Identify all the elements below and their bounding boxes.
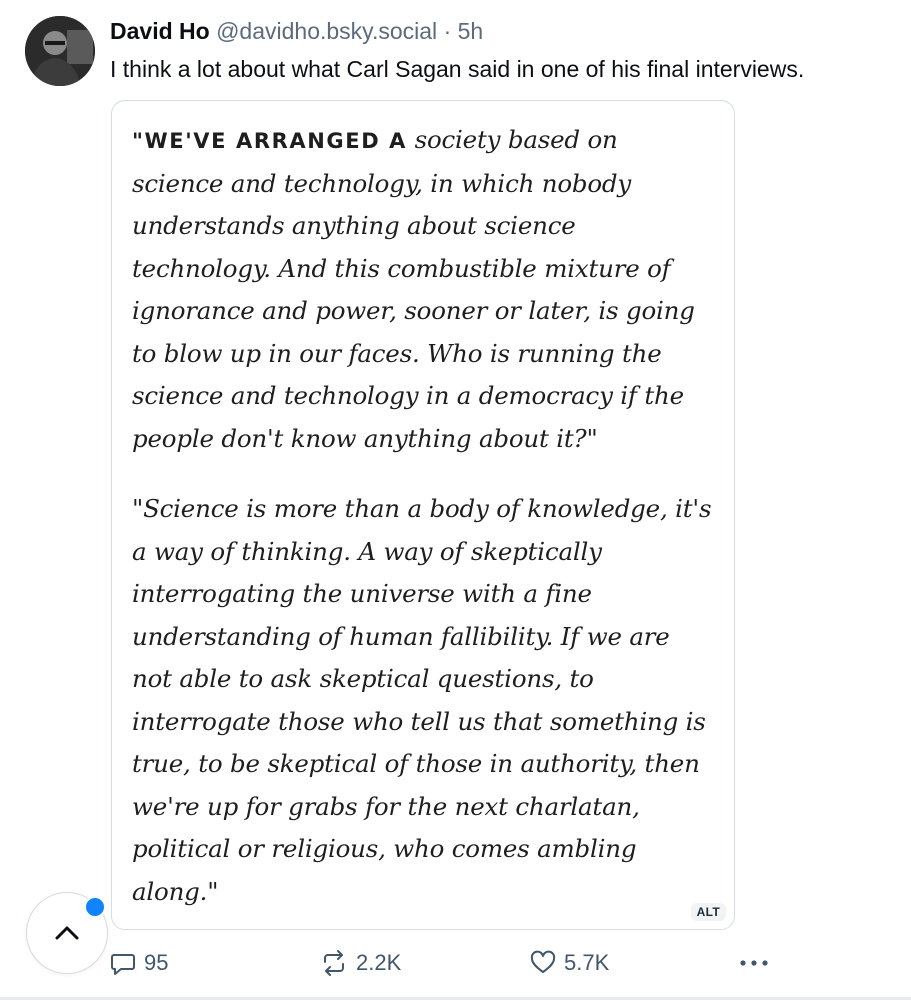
quote-line: understanding of human fallibility. If w… <box>132 621 670 651</box>
quote-line: science and technology in a democracy if… <box>132 381 684 410</box>
quote-text: "WE'VE ARRANGED A society based on scien… <box>132 119 732 913</box>
repost-count: 2.2K <box>356 950 402 975</box>
quote-line: not able to ask skeptical questions, to <box>132 664 594 693</box>
separator: · <box>443 18 452 44</box>
post-time[interactable]: 5h <box>458 18 484 44</box>
notification-dot <box>84 896 106 918</box>
repost-button[interactable]: 2.2K <box>320 946 401 980</box>
alt-badge[interactable]: ALT <box>690 903 726 921</box>
quote-line: true, to be skeptical of those in author… <box>132 749 700 778</box>
quote-line: a way of thinking. A way of skeptically <box>132 536 602 566</box>
quote-line: interrogating the universe with a fine <box>132 579 592 608</box>
quote-image[interactable]: "WE'VE ARRANGED A society based on scien… <box>111 100 735 930</box>
chevron-up-icon <box>55 926 79 940</box>
post-text: I think a lot about what Carl Sagan said… <box>110 56 805 82</box>
like-count: 5.7K <box>564 950 610 975</box>
quote-lead: "WE'VE ARRANGED A <box>132 129 407 153</box>
like-button[interactable]: 5.7K <box>530 946 609 980</box>
more-dots-icon <box>740 960 768 966</box>
quote-line: "Science is more than a body of knowledg… <box>132 494 712 523</box>
quote-paragraph-2: "Science is more than a body of knowledg… <box>132 488 732 913</box>
quote-line: society based on <box>414 125 618 154</box>
quote-line: interrogate those who tell us that somet… <box>132 706 706 736</box>
quote-line: people don't know anything about it?" <box>132 423 598 453</box>
quote-line: to blow up in our faces. Who is running … <box>132 338 662 368</box>
repost-arrows-icon <box>324 950 344 976</box>
quote-line: understands anything about science <box>132 211 576 240</box>
post-header: David Ho @davidho.bsky.social · 5h <box>110 16 483 46</box>
quote-line: ignorance and power, sooner or later, is… <box>132 296 695 325</box>
reply-count: 95 <box>144 950 169 975</box>
quote-line: political or religious, who comes amblin… <box>132 834 637 863</box>
author-handle[interactable]: @davidho.bsky.social <box>216 18 437 44</box>
author-name[interactable]: David Ho <box>110 18 210 44</box>
more-options-button[interactable] <box>738 946 778 980</box>
speech-bubble-icon <box>111 954 135 975</box>
quote-line: science and technology, in which nobody <box>132 168 632 198</box>
avatar[interactable] <box>25 16 95 86</box>
heart-icon <box>530 950 556 973</box>
quote-line: technology. And this combustible mixture… <box>132 253 671 283</box>
avatar-photo <box>25 16 95 86</box>
quote-paragraph-1: "WE'VE ARRANGED A society based on scien… <box>132 119 732 460</box>
quote-line: we're up for grabs for the next charlata… <box>132 791 640 821</box>
reply-button[interactable]: 95 <box>110 946 168 980</box>
quote-line: along." <box>132 876 219 906</box>
